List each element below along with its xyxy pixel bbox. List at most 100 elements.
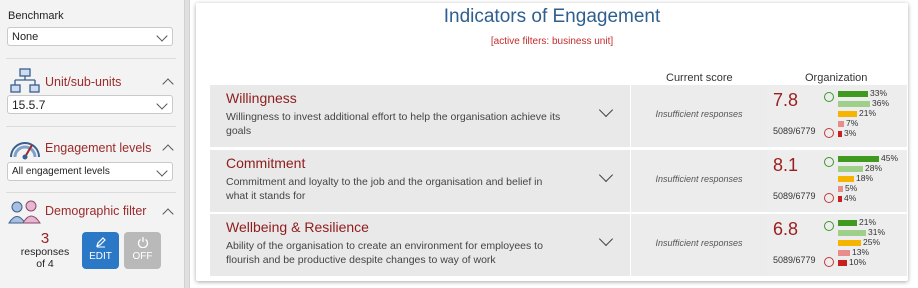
chevron-down-icon	[156, 165, 168, 177]
distribution-percent: 10%	[849, 257, 867, 267]
distribution-percent: 4%	[844, 193, 857, 203]
responses-count: 3	[40, 230, 50, 247]
distribution-bar	[838, 240, 861, 246]
current-score-cell: Insufficient responses	[630, 150, 768, 212]
distribution-bar	[838, 196, 842, 202]
distribution-percent: 21%	[859, 217, 877, 227]
distribution-bar	[838, 121, 844, 127]
distribution-bar	[838, 250, 850, 256]
unit-value: 15.5.7	[12, 98, 46, 112]
distribution-bar	[838, 91, 868, 97]
divider	[6, 58, 176, 59]
divider	[6, 192, 176, 193]
current-score-text: Insufficient responses	[655, 174, 743, 184]
current-score-text: Insufficient responses	[655, 238, 743, 248]
organization-header: Organization	[805, 72, 868, 84]
indicator-description: Willingness to invest additional effort …	[226, 111, 561, 137]
distribution-percent: 5%	[845, 183, 858, 193]
chevron-up-icon[interactable]	[162, 144, 174, 156]
responses-of: of 4	[36, 258, 54, 270]
smiley-icon	[824, 92, 834, 102]
indicator-name: Willingness	[226, 90, 297, 106]
distribution-bar	[838, 166, 863, 172]
chevron-up-icon[interactable]	[162, 78, 174, 90]
chevron-down-icon[interactable]	[598, 167, 614, 183]
chevron-up-icon[interactable]	[162, 208, 174, 220]
distribution-percent: 36%	[872, 98, 890, 108]
indicator-description: Ability of the organisation to create an…	[226, 240, 543, 266]
distribution-bar	[838, 230, 866, 236]
indicator-row[interactable]: Wellbeing & Resilience Ability of the org…	[210, 214, 907, 276]
organization-score: 6.8	[773, 219, 799, 239]
chevron-down-icon	[156, 30, 168, 42]
distribution-bar	[838, 101, 870, 107]
organization-cell: 6.8 5089/6779 21% 31% 25% 13% 10%	[767, 214, 907, 276]
response-count: 5089/6779	[773, 255, 816, 265]
responses-label: responses	[20, 246, 70, 258]
benchmark-select[interactable]: None	[7, 27, 173, 46]
distribution-bar	[838, 156, 879, 162]
edit-label: EDIT	[89, 251, 112, 262]
divider	[6, 126, 176, 127]
engagement-value: All engagement levels	[12, 166, 110, 177]
gauge-icon	[10, 142, 40, 160]
smiley-icon	[824, 157, 834, 167]
unit-select[interactable]: 15.5.7	[7, 95, 173, 114]
distribution-percent: 3%	[844, 128, 857, 138]
chevron-down-icon[interactable]	[598, 102, 614, 118]
sidebar: Benchmark None Unit/sub-units 15.5.7 Eng…	[0, 0, 184, 288]
distribution-percent: 25%	[863, 237, 881, 247]
current-score-header: Current score	[666, 72, 733, 84]
benchmark-label: Benchmark	[8, 10, 64, 22]
current-score-text: Insufficient responses	[655, 109, 743, 119]
organization-score: 8.1	[773, 155, 799, 175]
frown-icon	[824, 193, 834, 203]
distribution-percent: 28%	[865, 163, 883, 173]
engagement-section-title: Engagement levels	[45, 141, 152, 155]
distribution-percent: 33%	[870, 88, 888, 98]
chevron-down-icon	[156, 98, 168, 110]
chevron-down-icon[interactable]	[598, 231, 614, 247]
response-count: 5089/6779	[773, 191, 816, 201]
indicator-name: Wellbeing & Resilience	[226, 219, 369, 235]
indicators-panel: Indicators of Engagement [active filters…	[196, 3, 908, 281]
pencil-icon	[95, 237, 106, 248]
organization-score: 7.8	[773, 90, 799, 110]
distribution-percent: 31%	[868, 227, 886, 237]
indicator-name: Commitment	[226, 155, 306, 171]
distribution-bar	[838, 111, 857, 117]
distribution-percent: 18%	[856, 173, 874, 183]
people-icon	[8, 200, 41, 224]
indicator-row[interactable]: Willingness Willingness to invest additio…	[210, 85, 907, 147]
distribution-bar	[838, 131, 842, 137]
org-chart-icon	[10, 68, 40, 93]
off-label: OFF	[132, 251, 153, 262]
power-icon	[137, 237, 148, 248]
distribution-bar	[838, 220, 857, 226]
organization-cell: 7.8 5089/6779 33% 36% 21% 7% 3%	[767, 85, 907, 147]
off-button[interactable]: OFF	[124, 232, 161, 269]
frown-icon	[824, 257, 834, 267]
current-score-cell: Insufficient responses	[630, 85, 768, 147]
distribution-bar	[838, 176, 854, 182]
indicator-description: Commitment and loyalty to the job and th…	[226, 176, 543, 202]
distribution-bar	[838, 260, 847, 266]
unit-section-title: Unit/sub-units	[45, 75, 122, 89]
organization-cell: 8.1 5089/6779 45% 28% 18% 5% 4%	[767, 150, 907, 212]
distribution-bar	[838, 186, 843, 192]
active-filters: [active filters: business unit]	[490, 36, 614, 47]
edit-button[interactable]: EDIT	[82, 232, 119, 269]
current-score-cell: Insufficient responses	[630, 214, 768, 276]
distribution-percent: 7%	[846, 118, 859, 128]
benchmark-value: None	[12, 31, 39, 43]
indicator-row[interactable]: Commitment Commitment and loyalty to the …	[210, 150, 907, 212]
responses-summary: 3 responses of 4	[10, 231, 80, 270]
response-count: 5089/6779	[773, 126, 816, 136]
distribution-percent: 21%	[859, 108, 877, 118]
sidebar-resize-handle[interactable]	[184, 0, 190, 288]
frown-icon	[824, 128, 834, 138]
page-title: Indicators of Engagement	[443, 6, 661, 27]
engagement-select[interactable]: All engagement levels	[7, 162, 173, 181]
demographic-section-title: Demographic filter	[45, 204, 147, 218]
distribution-percent: 45%	[881, 153, 899, 163]
